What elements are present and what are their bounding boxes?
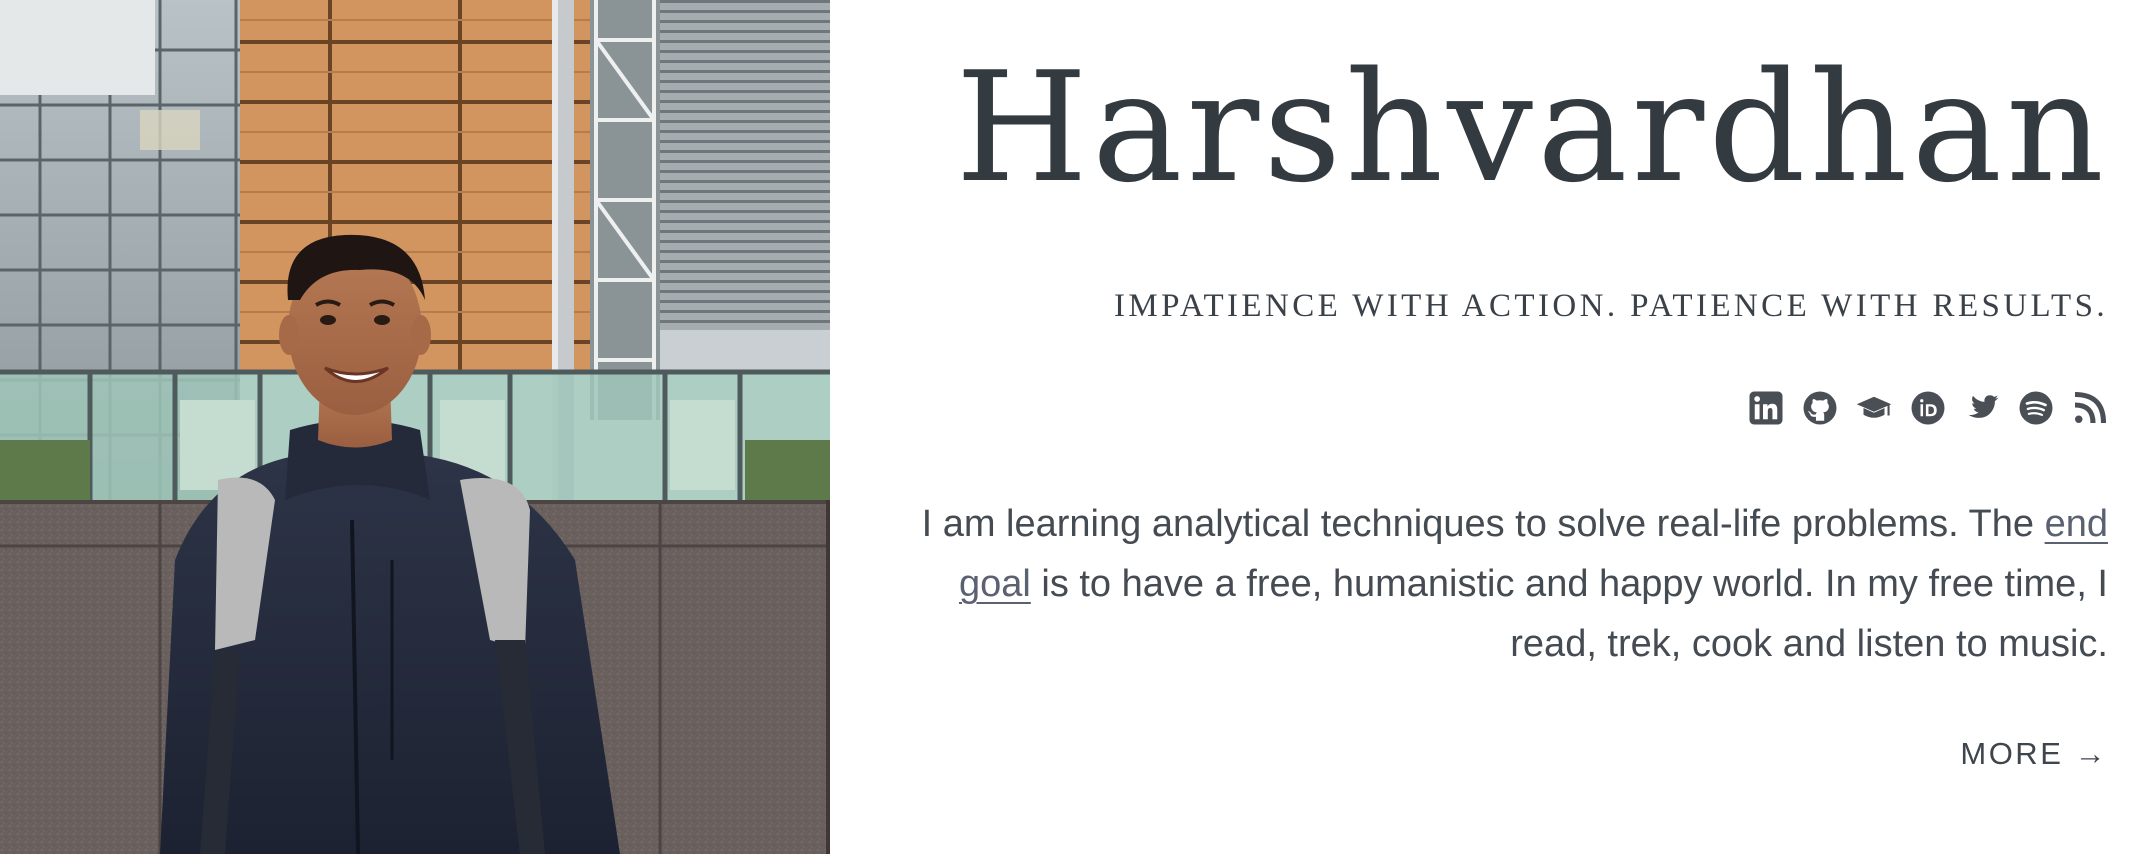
social-links: [1748, 390, 2108, 426]
twitter-icon: [1968, 395, 1999, 418]
profile-photo: [0, 0, 830, 854]
bio-text-start: I am learning analytical techniques to s…: [921, 503, 2045, 545]
twitter-link[interactable]: [1964, 390, 2000, 426]
hero-content: Harshvardhan IMPATIENCE WITH ACTION. PAT…: [900, 0, 2108, 854]
rss-link[interactable]: [2072, 390, 2108, 426]
bio-paragraph: I am learning analytical techniques to s…: [900, 494, 2108, 674]
github-icon: [1803, 391, 1837, 425]
site-title: Harshvardhan: [955, 39, 2108, 216]
tagline: IMPATIENCE WITH ACTION. PATIENCE WITH RE…: [1114, 288, 2108, 324]
spotify-icon: [2019, 391, 2053, 425]
spotify-link[interactable]: [2018, 390, 2054, 426]
orcid-link[interactable]: [1910, 390, 1946, 426]
graduation-cap-icon: [1856, 396, 1892, 418]
rss-icon: [2074, 391, 2107, 424]
more-link[interactable]: MORE →: [1960, 736, 2108, 772]
bio-text-end: is to have a free, humanistic and happy …: [1030, 563, 2108, 665]
profile-photo-illustration: [0, 0, 830, 854]
github-link[interactable]: [1802, 390, 1838, 426]
linkedin-link[interactable]: [1748, 390, 1784, 426]
orcid-icon: [1911, 391, 1945, 425]
scholar-link[interactable]: [1856, 390, 1892, 426]
linkedin-icon: [1749, 391, 1783, 425]
